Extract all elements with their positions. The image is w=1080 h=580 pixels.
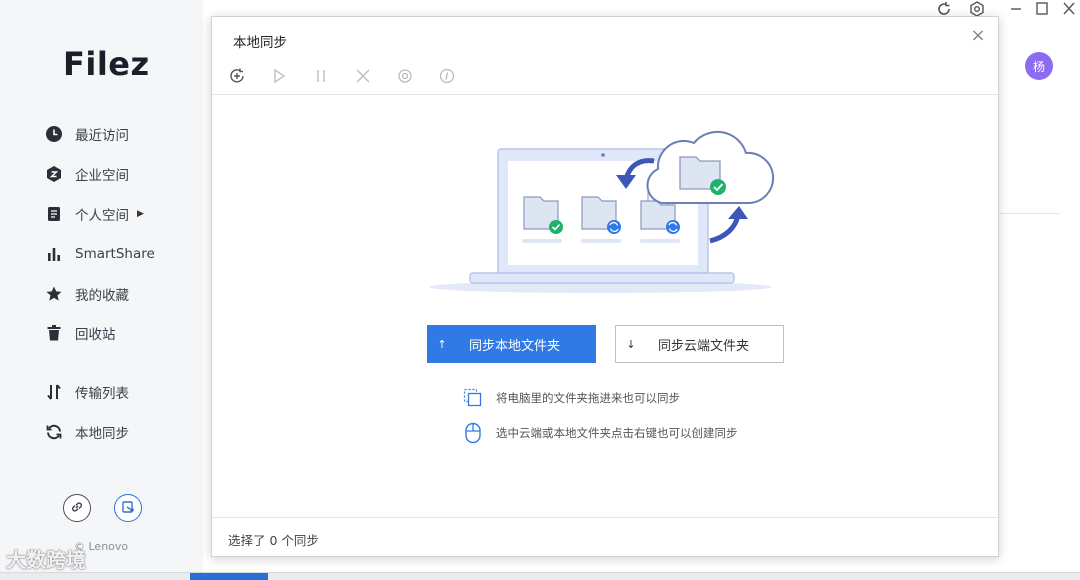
share-edit-button[interactable] bbox=[114, 494, 142, 522]
sidebar-item-enterprise[interactable]: 企业空间 bbox=[44, 162, 129, 186]
pause-icon[interactable] bbox=[310, 65, 352, 87]
close-icon[interactable] bbox=[1060, 0, 1078, 18]
sidebar-item-label: 本地同步 bbox=[75, 426, 129, 442]
arrow-up-icon: ↑ bbox=[437, 337, 447, 351]
star-icon bbox=[44, 284, 64, 304]
clock-icon bbox=[44, 124, 64, 144]
avatar[interactable]: 杨 bbox=[1025, 52, 1053, 80]
taskbar-segment bbox=[190, 573, 268, 580]
cancel-icon[interactable] bbox=[352, 65, 394, 87]
sidebar-item-transfer[interactable]: 传输列表 bbox=[44, 380, 129, 404]
divider bbox=[1000, 213, 1060, 214]
info-icon[interactable] bbox=[436, 65, 478, 87]
transfer-icon bbox=[44, 382, 64, 402]
sidebar-item-label: 企业空间 bbox=[75, 168, 129, 184]
sidebar-item-local-sync[interactable]: 本地同步 bbox=[44, 420, 129, 444]
sidebar-item-favorites[interactable]: 我的收藏 bbox=[44, 282, 129, 306]
hint-text: 选中云端或本地文件夹点击右键也可以创建同步 bbox=[496, 426, 738, 440]
sidebar-item-smartshare[interactable]: SmartShare bbox=[44, 242, 155, 266]
trash-icon bbox=[44, 323, 64, 343]
mouse-icon bbox=[462, 422, 484, 444]
watermark-text: 大数跨境 bbox=[6, 548, 86, 572]
sync-local-folder-button[interactable]: ↑ 同步本地文件夹 bbox=[427, 325, 596, 363]
dialog-close-icon[interactable]: × bbox=[970, 27, 986, 45]
drag-icon bbox=[462, 387, 484, 409]
arrow-down-icon: ↓ bbox=[626, 337, 636, 351]
sidebar-item-recent[interactable]: 最近访问 bbox=[44, 122, 129, 146]
chevron-right-icon[interactable]: ▶ bbox=[137, 209, 144, 219]
hint-right-click: 选中云端或本地文件夹点击右键也可以创建同步 bbox=[462, 422, 738, 444]
sidebar-item-label: 回收站 bbox=[75, 327, 116, 343]
add-sync-icon[interactable] bbox=[226, 65, 268, 87]
sync-illustration bbox=[428, 113, 780, 298]
divider bbox=[212, 94, 998, 95]
sidebar-item-label: 传输列表 bbox=[75, 386, 129, 402]
minimize-icon[interactable] bbox=[1007, 0, 1025, 18]
settings-icon[interactable] bbox=[394, 65, 436, 87]
hint-drag: 将电脑里的文件夹拖进来也可以同步 bbox=[462, 387, 680, 409]
sidebar-item-label: 个人空间 bbox=[75, 208, 129, 224]
dialog-title: 本地同步 bbox=[233, 35, 287, 51]
divider bbox=[212, 517, 998, 518]
taskbar-strip bbox=[0, 572, 1080, 580]
sidebar-item-recycle[interactable]: 回收站 bbox=[44, 321, 116, 345]
enterprise-icon bbox=[44, 164, 64, 184]
share-edit-icon bbox=[121, 499, 135, 518]
chart-bars-icon bbox=[44, 244, 64, 264]
sync-icon bbox=[44, 422, 64, 442]
watermark: 大数跨境 bbox=[6, 544, 86, 573]
button-label: 同步云端文件夹 bbox=[658, 338, 750, 354]
link-button[interactable] bbox=[63, 494, 91, 522]
personal-icon bbox=[44, 204, 64, 224]
sidebar: Filez 最近访问 企业空间 个人空间 ▶ SmartShare 我的收藏 回… bbox=[0, 0, 203, 580]
sidebar-item-label: 我的收藏 bbox=[75, 288, 129, 304]
sync-count-status: 选择了 0 个同步 bbox=[228, 533, 319, 548]
sync-cloud-folder-button[interactable]: ↓ 同步云端文件夹 bbox=[615, 325, 784, 363]
link-icon bbox=[70, 499, 84, 518]
play-icon[interactable] bbox=[268, 65, 310, 87]
button-label: 同步本地文件夹 bbox=[469, 338, 561, 354]
sidebar-item-label: 最近访问 bbox=[75, 128, 129, 144]
sidebar-item-label: SmartShare bbox=[75, 246, 155, 262]
maximize-icon[interactable] bbox=[1033, 0, 1051, 18]
sidebar-item-personal[interactable]: 个人空间 ▶ bbox=[44, 202, 144, 226]
dialog-toolbar bbox=[226, 65, 478, 87]
app-logo: Filez bbox=[63, 45, 150, 83]
local-sync-dialog: 本地同步 × ↑ 同步本地文件夹 ↓ 同步云端文件夹 将电脑里的文件夹拖进来也可… bbox=[211, 16, 999, 557]
hint-text: 将电脑里的文件夹拖进来也可以同步 bbox=[496, 391, 680, 405]
